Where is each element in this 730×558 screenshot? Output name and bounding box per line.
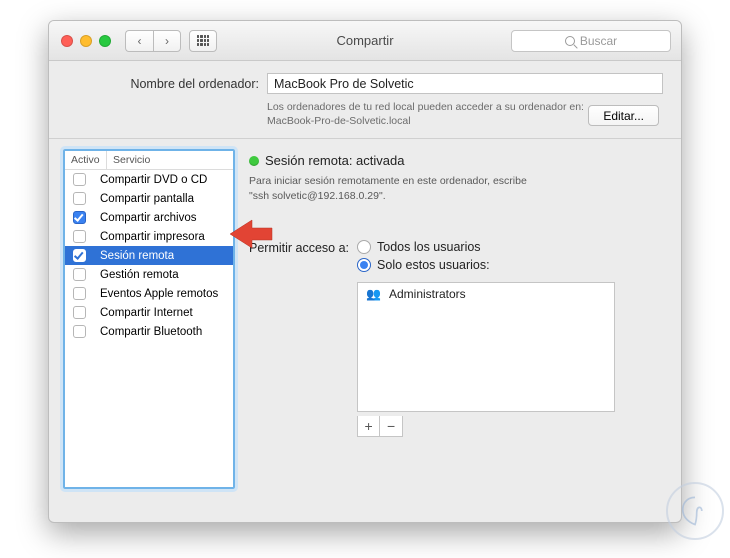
remove-user-button[interactable]: − [380, 416, 402, 436]
back-button[interactable]: ‹ [125, 30, 153, 52]
service-label: Compartir pantalla [100, 193, 194, 205]
service-checkbox[interactable] [73, 173, 86, 186]
status-title: Sesión remota: activada [265, 153, 404, 168]
service-detail-pane: Sesión remota: activada Para iniciar ses… [249, 149, 667, 489]
forward-button[interactable]: › [153, 30, 181, 52]
search-placeholder: Buscar [580, 34, 617, 48]
user-name: Administrators [389, 287, 466, 301]
sharing-preferences-window: ‹ › Compartir Buscar Nombre del ordenado… [48, 20, 682, 523]
search-icon [565, 36, 575, 46]
computer-name-section: Nombre del ordenador: Los ordenadores de… [49, 61, 681, 139]
service-item[interactable]: Compartir Internet [65, 303, 233, 322]
services-header: Activo Servicio [65, 151, 233, 170]
search-field[interactable]: Buscar [511, 30, 671, 52]
close-icon[interactable] [61, 35, 73, 47]
radio-icon [357, 240, 371, 254]
service-item[interactable]: Eventos Apple remotos [65, 284, 233, 303]
service-checkbox[interactable] [73, 287, 86, 300]
column-service: Servicio [107, 151, 156, 169]
access-row: Permitir acceso a: Todos los usuarios So… [249, 240, 667, 437]
service-checkbox[interactable] [73, 325, 86, 338]
services-list[interactable]: Activo Servicio Compartir DVD o CD Compar… [63, 149, 235, 489]
service-checkbox[interactable] [73, 211, 86, 224]
computer-name-input[interactable] [267, 73, 663, 94]
maximize-icon[interactable] [99, 35, 111, 47]
traffic-lights [61, 35, 111, 47]
radio-icon [357, 258, 371, 272]
minimize-icon[interactable] [80, 35, 92, 47]
main-area: Activo Servicio Compartir DVD o CD Compar… [49, 139, 681, 499]
users-icon: 👥 [366, 287, 381, 301]
service-checkbox[interactable] [73, 249, 86, 262]
service-checkbox[interactable] [73, 192, 86, 205]
computer-name-label: Nombre del ordenador: [67, 77, 259, 91]
service-item[interactable]: Compartir impresora [65, 227, 233, 246]
column-active: Activo [65, 151, 107, 169]
status-instruction: Para iniciar sesión remotamente en este … [249, 174, 569, 203]
add-remove-group: + − [357, 416, 403, 437]
service-label: Compartir Internet [100, 307, 193, 319]
service-item[interactable]: Sesión remota [65, 246, 233, 265]
service-label: Eventos Apple remotos [100, 288, 218, 300]
status-row: Sesión remota: activada [249, 153, 667, 168]
service-checkbox[interactable] [73, 268, 86, 281]
service-label: Compartir Bluetooth [100, 326, 202, 338]
service-checkbox[interactable] [73, 306, 86, 319]
radio-all-label: Todos los usuarios [377, 240, 481, 254]
radio-only-label: Solo estos usuarios: [377, 258, 490, 272]
show-all-button[interactable] [189, 30, 217, 52]
users-list[interactable]: 👥 Administrators [357, 282, 615, 412]
service-label: Compartir impresora [100, 231, 205, 243]
service-label: Compartir archivos [100, 212, 197, 224]
user-row[interactable]: 👥 Administrators [358, 283, 614, 305]
service-label: Gestión remota [100, 269, 179, 281]
access-label: Permitir acceso a: [249, 240, 349, 437]
service-item[interactable]: Compartir DVD o CD [65, 170, 233, 189]
nav-segment: ‹ › [125, 30, 181, 52]
service-label: Compartir DVD o CD [100, 174, 207, 186]
add-user-button[interactable]: + [358, 416, 380, 436]
service-item[interactable]: Compartir archivos [65, 208, 233, 227]
service-item[interactable]: Gestión remota [65, 265, 233, 284]
radio-only-users[interactable]: Solo estos usuarios: [357, 258, 615, 272]
edit-button[interactable]: Editar... [588, 105, 659, 126]
service-item[interactable]: Compartir Bluetooth [65, 322, 233, 341]
radio-all-users[interactable]: Todos los usuarios [357, 240, 615, 254]
titlebar: ‹ › Compartir Buscar [49, 21, 681, 61]
watermark-icon [666, 482, 724, 540]
service-label: Sesión remota [100, 250, 174, 262]
status-indicator-icon [249, 156, 259, 166]
service-checkbox[interactable] [73, 230, 86, 243]
service-item[interactable]: Compartir pantalla [65, 189, 233, 208]
